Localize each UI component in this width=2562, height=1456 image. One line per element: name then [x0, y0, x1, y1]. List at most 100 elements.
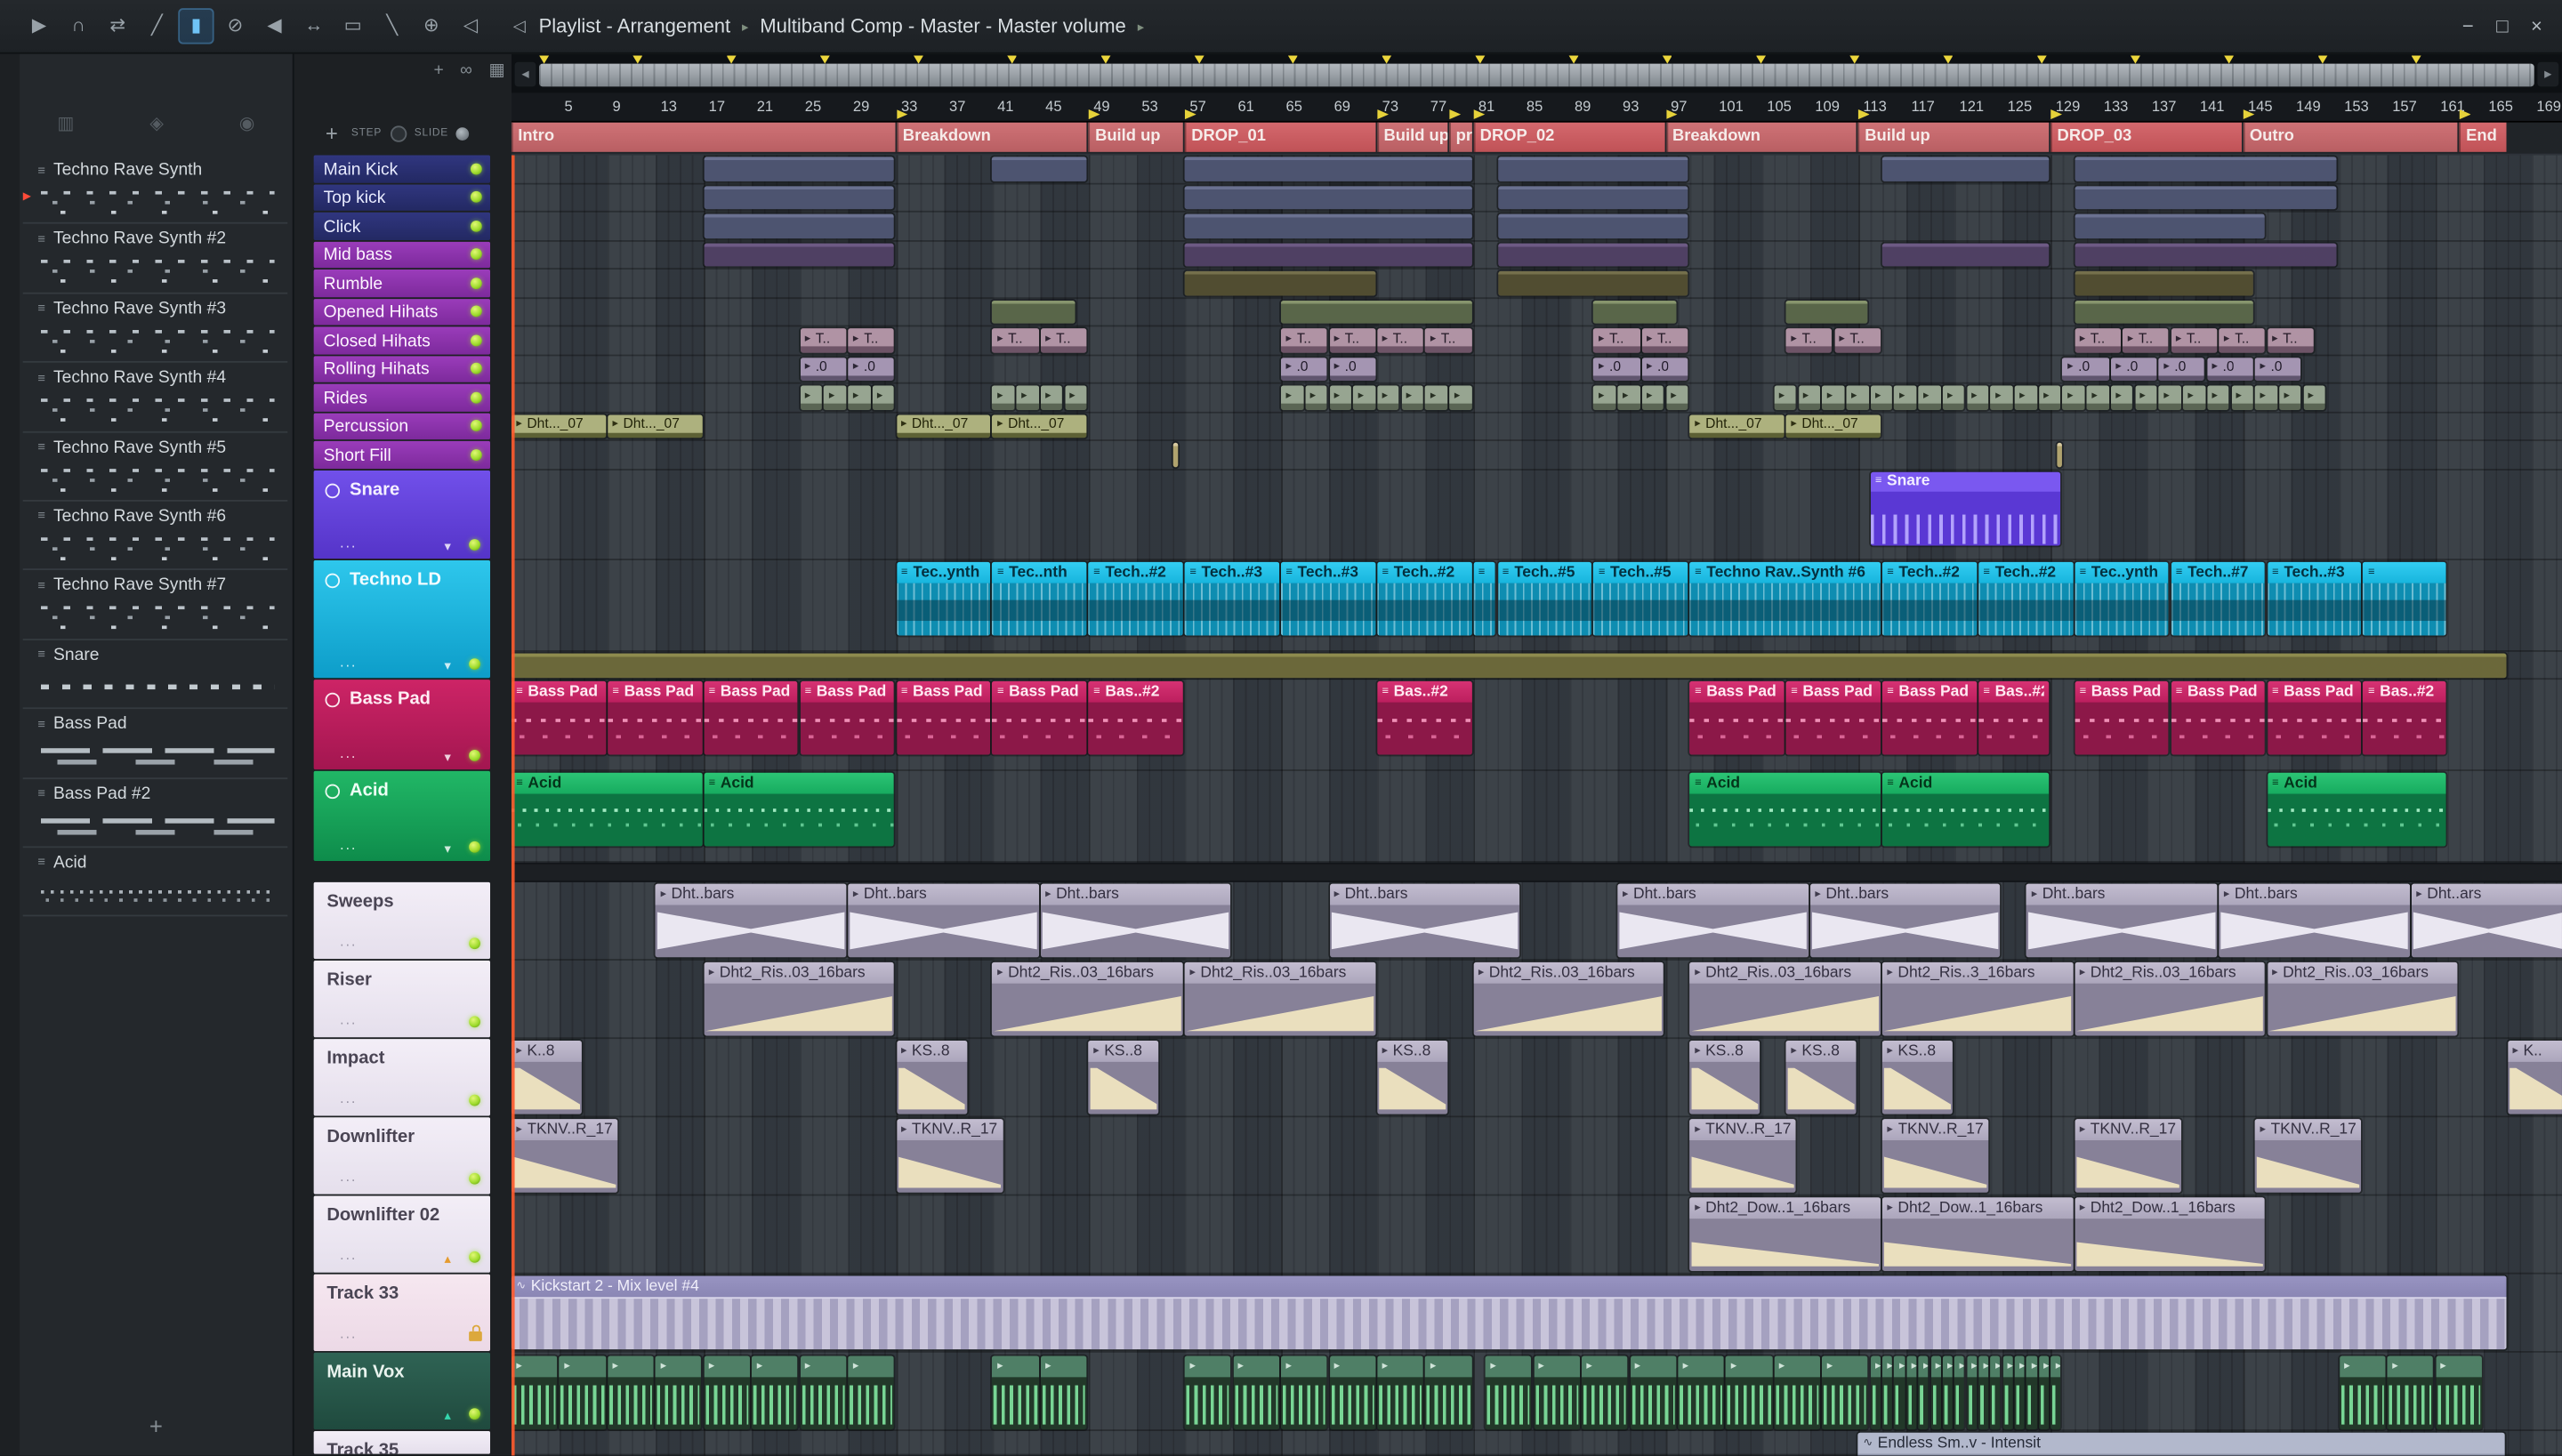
clip[interactable]: ▸: [824, 385, 847, 410]
clip[interactable]: ▸: [1064, 385, 1087, 410]
grid-icon[interactable]: ▦: [488, 60, 504, 80]
track-header-mid-bass[interactable]: Mid bass: [313, 240, 491, 269]
chevron-down-icon[interactable]: ▾: [445, 539, 451, 554]
clip-tech-3[interactable]: ≡ Tech..#3: [1280, 561, 1375, 636]
pattern-item-bass-pad-2[interactable]: ≡ Bass Pad #2: [22, 778, 288, 849]
clip-0[interactable]: ▸ .0: [2158, 357, 2205, 381]
clip[interactable]: ▸: [872, 385, 895, 410]
clip-dht-bars[interactable]: ▸ Dht..bars: [1040, 883, 1231, 958]
delete-icon[interactable]: ⊘: [217, 8, 253, 44]
clip[interactable]: ▸: [992, 1355, 1039, 1430]
clip-dht-bars[interactable]: ▸ Dht..bars: [2026, 883, 2218, 958]
track-header-downlifter-02[interactable]: Downlifter 02... ▴: [313, 1195, 491, 1273]
clip-acid[interactable]: ≡ Acid: [1881, 772, 2049, 847]
track-header-closed-hihats[interactable]: Closed Hihats: [313, 326, 491, 354]
clip-tknv-r-17[interactable]: ▸ TKNV..R_17: [2075, 1119, 2181, 1193]
clip[interactable]: [2075, 185, 2338, 210]
clip-t[interactable]: ▸ T..: [1785, 328, 1833, 352]
clip[interactable]: [1184, 242, 1472, 267]
collapse-arrow-icon[interactable]: ▴: [445, 1251, 451, 1267]
clip-k[interactable]: ▸ K..: [2507, 1040, 2562, 1114]
clip[interactable]: [1184, 213, 1472, 238]
clip[interactable]: ▸: [1798, 385, 1821, 410]
track-header-downlifter[interactable]: Downlifter...: [313, 1117, 491, 1195]
clip[interactable]: ▸: [2026, 1355, 2037, 1430]
clip-t[interactable]: ▸ T..: [2171, 328, 2218, 352]
clip[interactable]: [1497, 157, 1688, 181]
pattern-item-techno-rave-synth-6[interactable]: ≡ Techno Rave Synth #6: [22, 502, 288, 571]
clip-tknv-r-17[interactable]: ▸ TKNV..R_17: [896, 1119, 1003, 1193]
preview-icon[interactable]: ◁: [453, 8, 488, 44]
clip[interactable]: ▸: [2062, 385, 2085, 410]
snap-icon[interactable]: +: [434, 60, 444, 80]
clip-tech-3[interactable]: ≡ Tech..#3: [2267, 561, 2362, 636]
clip-t[interactable]: ▸ T..: [992, 328, 1039, 352]
track-header-rolling-hihats[interactable]: Rolling Hihats: [313, 355, 491, 382]
clip[interactable]: ▸: [1942, 1355, 1953, 1430]
clip[interactable]: ▸: [848, 385, 871, 410]
clip-bass-pad[interactable]: ≡ Bass Pad: [800, 680, 895, 755]
clip[interactable]: [1881, 157, 2049, 181]
clip[interactable]: [2075, 213, 2266, 238]
clip-tec-nth[interactable]: ≡ Tec..nth: [992, 561, 1087, 636]
clip[interactable]: ▸: [2435, 1355, 2482, 1430]
section-end[interactable]: End: [2459, 122, 2507, 152]
clip-tech-2[interactable]: ≡ Tech..#2: [1377, 561, 1472, 636]
playlist[interactable]: ◂ ▸ 5 9 13 17 21 25 29 33 37 41 45 49 53 57 61 65 69 73 77…: [511, 53, 2562, 1456]
track-header-rides[interactable]: Rides: [313, 383, 491, 411]
clip-dht2-ris-3-16bars[interactable]: ▸ Dht2_Ris..3_16bars: [1881, 961, 2074, 1036]
clip[interactable]: ▸: [1990, 1355, 2002, 1430]
clip-bass-pad[interactable]: ≡ Bass Pad: [1785, 680, 1881, 755]
clip-t[interactable]: ▸ T..: [2123, 328, 2169, 352]
clip-tec-ynth[interactable]: ≡ Tec..ynth: [2075, 561, 2170, 636]
add-track-button[interactable]: +: [320, 121, 343, 146]
clip-acid[interactable]: ≡ Acid: [511, 772, 703, 847]
track-header-impact[interactable]: Impact...: [313, 1039, 491, 1116]
clip-t[interactable]: ▸ T..: [1377, 328, 1423, 352]
step-toggle[interactable]: [390, 125, 407, 141]
pattern-item-techno-rave-synth-3[interactable]: ≡ Techno Rave Synth #3: [22, 294, 288, 364]
clip-dht-07[interactable]: ▸ Dht..._07: [608, 414, 703, 438]
clip[interactable]: ▸: [1822, 1355, 1869, 1430]
clip-dht-07[interactable]: ▸ Dht..._07: [511, 414, 606, 438]
clip-0[interactable]: ▸ .0: [1641, 357, 1688, 381]
clip-t[interactable]: ▸ T..: [1425, 328, 1472, 352]
pattern-item-techno-rave-synth-2[interactable]: ≡ Techno Rave Synth #2: [22, 224, 288, 294]
clip-tech-5[interactable]: ≡ Tech..#5: [1593, 561, 1688, 636]
clip[interactable]: ▸: [992, 385, 1015, 410]
clip[interactable]: ▸: [2231, 385, 2253, 410]
chevron-down-icon[interactable]: ▾: [445, 750, 451, 765]
clip[interactable]: ▸: [2038, 1355, 2049, 1430]
sections-row[interactable]: Intro Breakdown Build up DROP_01 Build up pr D…: [511, 122, 2562, 154]
clip[interactable]: ▸: [1449, 385, 1472, 410]
clip[interactable]: ▸: [1822, 385, 1845, 410]
track-header-main-kick[interactable]: Main Kick: [313, 155, 491, 182]
section-intro[interactable]: Intro: [511, 122, 895, 152]
section-drop-03[interactable]: DROP_03: [2050, 122, 2242, 152]
clip[interactable]: [1280, 300, 1472, 324]
clip[interactable]: ▸: [2339, 1355, 2386, 1430]
track-options-button[interactable]: ...: [340, 836, 357, 852]
clip[interactable]: ▸: [1774, 1355, 1821, 1430]
pattern-item-techno-rave-synth-7[interactable]: ≡ Techno Rave Synth #7: [22, 571, 288, 640]
clip[interactable]: ▸: [1184, 1355, 1231, 1430]
clip[interactable]: ▸: [1377, 385, 1399, 410]
clip-bass-pad[interactable]: ≡ Bass Pad: [2267, 680, 2362, 755]
clip-bass-pad[interactable]: ≡ Bass Pad: [1689, 680, 1785, 755]
clip-tknv-r-17[interactable]: ▸ TKNV..R_17: [1881, 1119, 1989, 1193]
clip-dht-07[interactable]: ▸ Dht..._07: [1785, 414, 1881, 438]
clip[interactable]: ▸: [1774, 385, 1797, 410]
clip-tech-2[interactable]: ≡ Tech..#2: [1088, 561, 1183, 636]
clip[interactable]: ≡: [2363, 561, 2445, 636]
clip[interactable]: ▸: [1630, 1355, 1676, 1430]
clip[interactable]: ▸: [1593, 385, 1616, 410]
clip-dht2-ris-03-16bars[interactable]: ▸ Dht2_Ris..03_16bars: [1689, 961, 1881, 1036]
clip-t[interactable]: ▸ T..: [2267, 328, 2314, 352]
clip[interactable]: ▸: [1329, 1355, 1375, 1430]
clip[interactable]: ▸: [1966, 1355, 1978, 1430]
play-icon[interactable]: ▶: [21, 8, 57, 44]
clip-dht2-dow-1-16bars[interactable]: ▸ Dht2_Dow..1_16bars: [1689, 1197, 1881, 1271]
clip[interactable]: ▸: [1918, 1355, 1929, 1430]
clip-ks-8[interactable]: ▸ KS..8: [1785, 1040, 1857, 1114]
close-button[interactable]: ×: [2519, 9, 2554, 44]
